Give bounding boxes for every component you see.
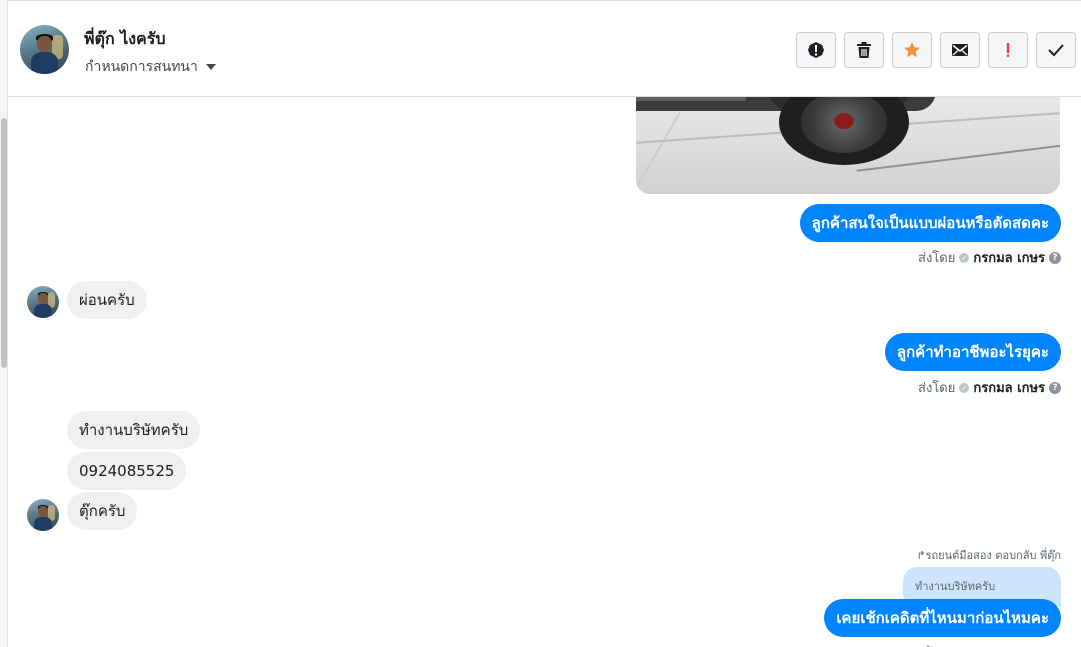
done-button[interactable] [1036, 32, 1076, 68]
outgoing-message[interactable]: ลูกค้าสนใจเป็นแบบผ่อนหรือตัดสดคะ [799, 204, 1061, 242]
contact-avatar-small[interactable] [27, 286, 59, 318]
sent-by-line: ส่งโดย ✓ กรกมล เกษร ? [918, 377, 1061, 398]
sender-name[interactable]: กรกมล เกษร [973, 377, 1045, 398]
contact-avatar[interactable] [20, 25, 69, 74]
help-icon[interactable]: ? [1049, 251, 1061, 264]
incoming-message[interactable]: ผ่อนครับ [67, 281, 147, 319]
caret-down-icon [205, 64, 216, 70]
assign-conversation-label: กำหนดการสนทนา [85, 59, 198, 75]
message-thread[interactable]: ลูกค้าสนใจเป็นแบบผ่อนหรือตัดสดคะ ส่งโดย … [8, 97, 1081, 647]
conversation-header: พี่ตุ๊ก ไงครับ กำหนดการสนทนา [8, 0, 1081, 97]
verified-icon: ✓ [959, 382, 970, 393]
outgoing-message[interactable]: ลูกค้าทำอาชีพอะไรยุคะ [884, 333, 1061, 371]
sender-name[interactable]: กรกมล เกษร [973, 247, 1045, 268]
contact-name[interactable]: พี่ตุ๊ก ไงครับ [84, 27, 166, 52]
star-button[interactable] [892, 32, 932, 68]
star-icon [904, 42, 920, 58]
delete-button[interactable] [844, 32, 884, 68]
sent-by-line-partial: ส่งโดย [911, 642, 1061, 647]
exclamation-icon [1006, 43, 1010, 57]
spam-button[interactable] [796, 32, 836, 68]
incoming-message[interactable]: 0924085525 [67, 452, 187, 490]
trash-icon [857, 42, 871, 58]
alert-circle-icon [808, 42, 824, 58]
check-icon [1048, 44, 1064, 57]
assign-conversation-dropdown[interactable]: กำหนดการสนทนา [85, 56, 216, 78]
verified-icon: ✓ [959, 252, 970, 263]
help-icon[interactable]: ? [1049, 381, 1061, 394]
sent-by-line: ส่งโดย ✓ กรกมล เกษร ? [918, 247, 1061, 268]
conversation-toolbar [796, 32, 1076, 68]
scrollbar-thumb[interactable] [1, 118, 7, 368]
contact-avatar-small[interactable] [27, 499, 59, 531]
sent-by-prefix: ส่งโดย [918, 381, 956, 396]
important-button[interactable] [988, 32, 1028, 68]
outgoing-message[interactable]: เคยเช้กเคดิตที่ไหนมาก่อนไหมคะ [824, 599, 1061, 637]
car-photo-attachment[interactable] [636, 97, 1060, 194]
messenger-window: พี่ตุ๊ก ไงครับ กำหนดการสนทนา ลูกค้าสนใจเ… [0, 0, 1081, 647]
sent-by-prefix: ส่งโดย [918, 251, 956, 266]
scrollbar-track[interactable] [0, 0, 8, 647]
envelope-icon [952, 44, 968, 56]
reply-context-label: ↱รถยนต์มือสอง ตอบกลับ พี่ตุ๊ก [916, 549, 1061, 562]
incoming-message[interactable]: ทำงานบริษัทครับ [67, 411, 201, 449]
incoming-message[interactable]: ตุ๊กครับ [67, 492, 138, 530]
mark-unread-button[interactable] [940, 32, 980, 68]
